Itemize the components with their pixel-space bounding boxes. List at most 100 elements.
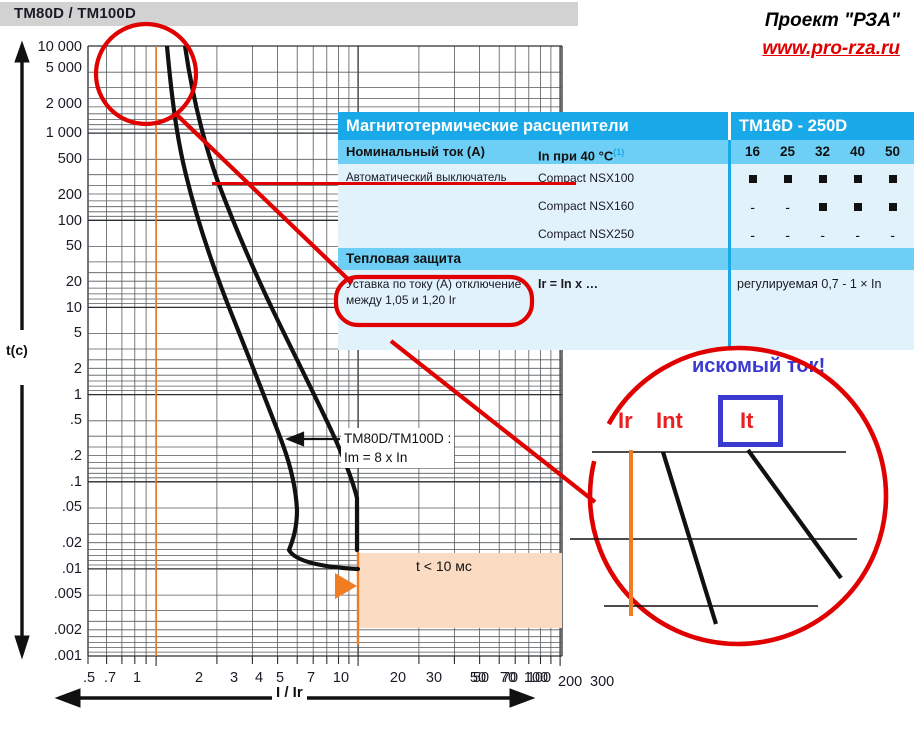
svg-text:20: 20	[66, 274, 82, 290]
mark-square-icon	[748, 174, 757, 183]
svg-text:7: 7	[307, 670, 315, 686]
table-header-title: Магнитотермические расцепители	[338, 112, 728, 140]
mark-dash-icon: -	[750, 226, 755, 243]
svg-text:2 000: 2 000	[46, 96, 82, 112]
mark-square-icon	[888, 174, 897, 183]
red-magnifier-circle	[587, 345, 889, 647]
svg-text:5: 5	[74, 325, 82, 341]
svg-text:4: 4	[255, 670, 263, 686]
x-tick-label-300: 300	[590, 674, 615, 690]
rating-32: 32	[814, 144, 831, 159]
y-axis-label: t(c)	[6, 342, 28, 358]
magnifier-it-curve	[746, 448, 843, 580]
brand-block: Проект "РЗА" www.pro-rza.ru	[762, 10, 900, 60]
row-marks-nsx160: - -	[728, 192, 914, 220]
mark-dash-icon: -	[785, 226, 790, 243]
svg-text:1: 1	[74, 387, 82, 403]
subheader-ratings: 16 25 32 40 50	[728, 140, 914, 164]
svg-text:.02: .02	[62, 535, 82, 551]
svg-text:.005: .005	[54, 586, 82, 602]
table-row: Compact NSX250 - - - - -	[338, 220, 914, 248]
row-label-breaker: Автоматический выключатель	[346, 172, 507, 184]
table-header-row: Магнитотермические расцепители TM16D - 2…	[338, 112, 914, 140]
magnifier-label-ir: Ir	[618, 408, 633, 433]
row-device-nsx160: Compact NSX160	[538, 199, 635, 213]
svg-text:2: 2	[74, 361, 82, 377]
mark-dash-icon: -	[855, 226, 860, 243]
y-axis-down-arrow	[14, 385, 30, 660]
row-device-nsx250: Compact NSX250	[538, 227, 635, 241]
page-title: TM80D / TM100D	[14, 5, 136, 22]
mark-square-icon	[888, 202, 897, 211]
svg-text:10 000: 10 000	[38, 39, 82, 55]
magnifier-label-int: Int	[656, 408, 683, 433]
table-header-range: TM16D - 250D	[728, 112, 914, 140]
svg-text:100: 100	[527, 670, 551, 686]
table-subheader-row: Номинальный ток (А) In при 40 °C(1) 16 2…	[338, 140, 914, 164]
mark-square-icon	[818, 202, 827, 211]
spec-table: Магнитотермические расцепители TM16D - 2…	[338, 112, 914, 350]
svg-text:10: 10	[333, 670, 349, 686]
table-red-underline	[212, 182, 576, 185]
svg-text:3: 3	[230, 670, 238, 686]
svg-text:.001: .001	[54, 648, 82, 664]
subheader-rated-current-label: Номинальный ток (А)	[346, 144, 485, 159]
svg-text:50: 50	[473, 670, 489, 686]
x-axis-label: I / Ir	[272, 684, 307, 701]
rating-50: 50	[884, 144, 901, 159]
table-section-row: Тепловая защита	[338, 248, 914, 270]
section-thermal-protection: Тепловая защита	[346, 251, 461, 266]
brand-website-link[interactable]: www.pro-rza.ru	[762, 38, 900, 60]
x-tick-label-200: 200	[558, 674, 583, 690]
svg-text:1: 1	[133, 670, 141, 686]
rating-25: 25	[779, 144, 796, 159]
svg-text:.5: .5	[83, 670, 95, 686]
mark-square-icon	[853, 202, 862, 211]
svg-text:.002: .002	[54, 622, 82, 638]
svg-text:.2: .2	[70, 448, 82, 464]
mark-square-icon	[818, 174, 827, 183]
mark-square-icon	[783, 174, 792, 183]
row-marks-nsx250: - - - - -	[728, 220, 914, 248]
svg-text:.1: .1	[70, 474, 82, 490]
row-device-nsx100: Compact NSX100	[538, 171, 635, 185]
svg-text:.5: .5	[70, 412, 82, 428]
svg-text:200: 200	[58, 187, 82, 203]
svg-text:.05: .05	[62, 499, 82, 515]
svg-text:2: 2	[195, 670, 203, 686]
magnifier-int-curve	[660, 451, 719, 625]
setting-value: регулируемая 0,7 - 1 × In	[728, 270, 914, 322]
magnifier-gridlines	[570, 451, 857, 607]
svg-text:30: 30	[426, 670, 442, 686]
y-tick-labels: 10 000 5 000 2 000 1 000 500 200 100 50 …	[38, 39, 82, 664]
page-title-bar: TM80D / TM100D	[0, 2, 578, 26]
svg-text:20: 20	[390, 670, 406, 686]
mark-dash-icon: -	[750, 198, 755, 215]
annotation-t-less-10ms: t < 10 мс	[416, 558, 472, 574]
magnifier-title: искомый ток!	[692, 355, 826, 377]
svg-text:500: 500	[58, 151, 82, 167]
magnifier-label-it: It	[740, 408, 754, 433]
svg-text:5 000: 5 000	[46, 60, 82, 76]
svg-text:1 000: 1 000	[46, 125, 82, 141]
svg-text:.7: .7	[104, 670, 116, 686]
annotation-tm-setting: TM80D/TM100D : Im = 8 x In	[341, 428, 455, 468]
mark-dash-icon: -	[785, 198, 790, 215]
setting-label: Уставка по току (А) отключение между 1,0…	[346, 277, 522, 307]
table-row: Автоматический выключатель Compact NSX10…	[338, 164, 914, 192]
setting-formula: Ir = In x …	[538, 277, 599, 291]
y-axis-up-arrow	[14, 40, 30, 330]
mark-square-icon	[853, 174, 862, 183]
table-tail-row	[338, 322, 914, 350]
table-setting-row: Уставка по току (А) отключение между 1,0…	[338, 270, 914, 322]
rating-16: 16	[744, 144, 761, 159]
table-row: Compact NSX160 - -	[338, 192, 914, 220]
svg-text:.01: .01	[62, 561, 82, 577]
svg-text:100: 100	[58, 213, 82, 229]
svg-text:50: 50	[66, 238, 82, 254]
subheader-in-at-40c: In при 40 °C(1)	[538, 147, 625, 164]
rating-40: 40	[849, 144, 866, 159]
svg-text:70: 70	[502, 670, 518, 686]
brand-project-name: Проект "РЗА"	[764, 10, 900, 31]
svg-text:10: 10	[66, 300, 82, 316]
